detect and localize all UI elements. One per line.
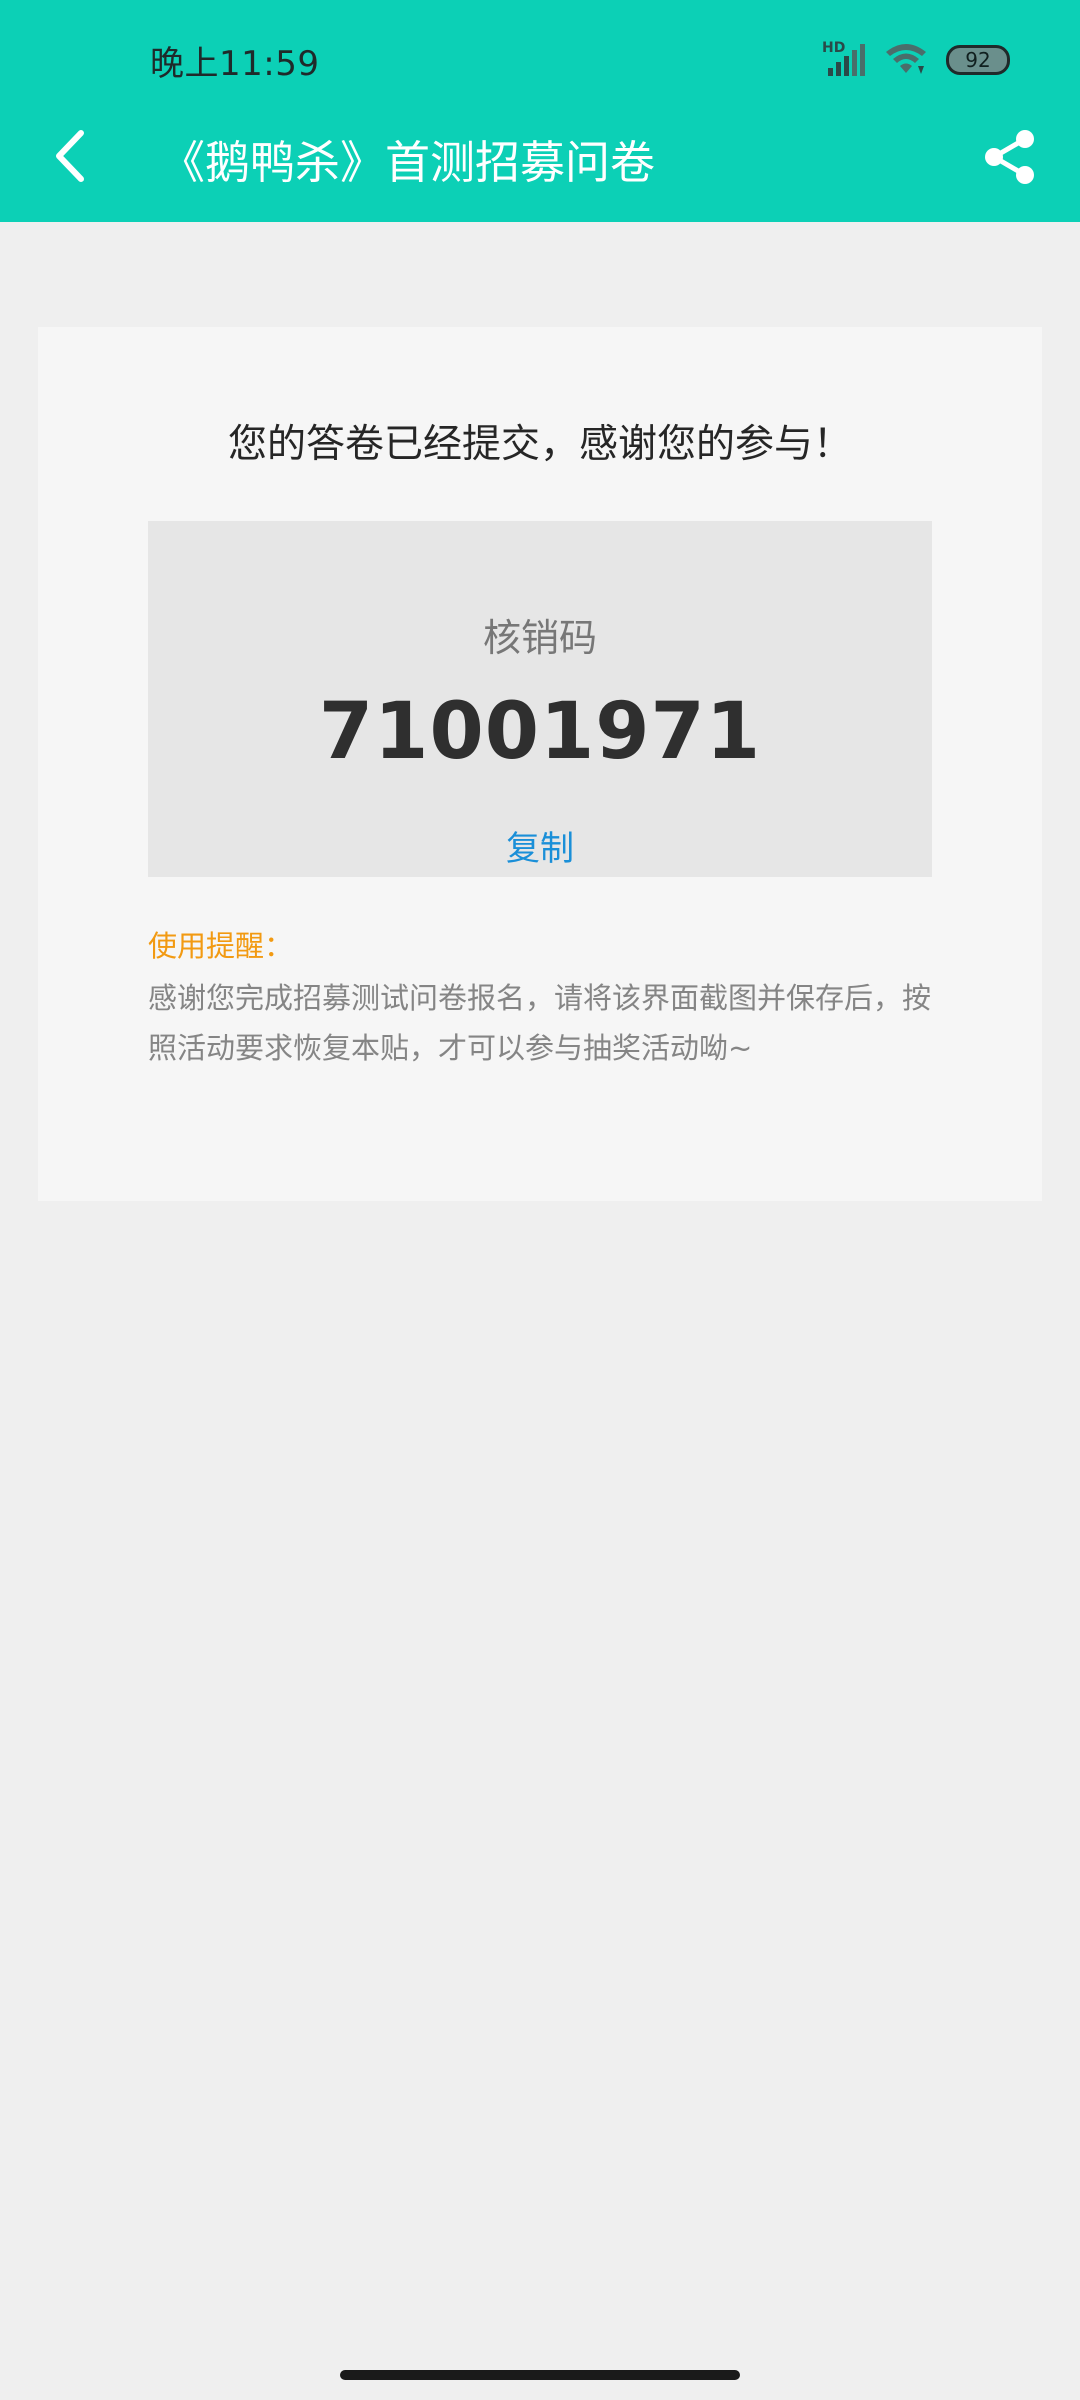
verification-code-box: 核销码 71001971 复制 [148, 521, 932, 877]
code-label: 核销码 [482, 616, 597, 660]
chevron-left-icon [56, 130, 84, 182]
home-indicator[interactable] [340, 2370, 740, 2380]
status-icons: HD 92 [822, 38, 1010, 82]
page-title: 《鹅鸭杀》首测招募问卷 [160, 136, 656, 189]
submit-success-message: 您的答卷已经提交，感谢您的参与！ [227, 422, 852, 467]
share-icon [985, 130, 1034, 184]
battery-icon: 92 [946, 45, 1010, 75]
copy-button[interactable]: 复制 [480, 821, 600, 870]
signal-icon: HD [822, 40, 866, 78]
app-header: 晚上11:59 HD 92 《鹅鸭杀》首测招募问卷 [0, 0, 1080, 222]
tip-title: 使用提醒： [148, 929, 294, 963]
back-button[interactable] [40, 120, 100, 192]
result-card: 您的答卷已经提交，感谢您的参与！ 核销码 71001971 复制 使用提醒： 感… [38, 327, 1042, 1201]
status-time: 晚上11:59 [150, 44, 320, 84]
wifi-icon [884, 40, 928, 80]
share-button[interactable] [978, 124, 1040, 190]
code-value: 71001971 [318, 687, 762, 777]
tip-body: 感谢您完成招募测试问卷报名，请将该界面截图并保存后，按照活动要求恢复本贴，才可以… [148, 981, 932, 1065]
